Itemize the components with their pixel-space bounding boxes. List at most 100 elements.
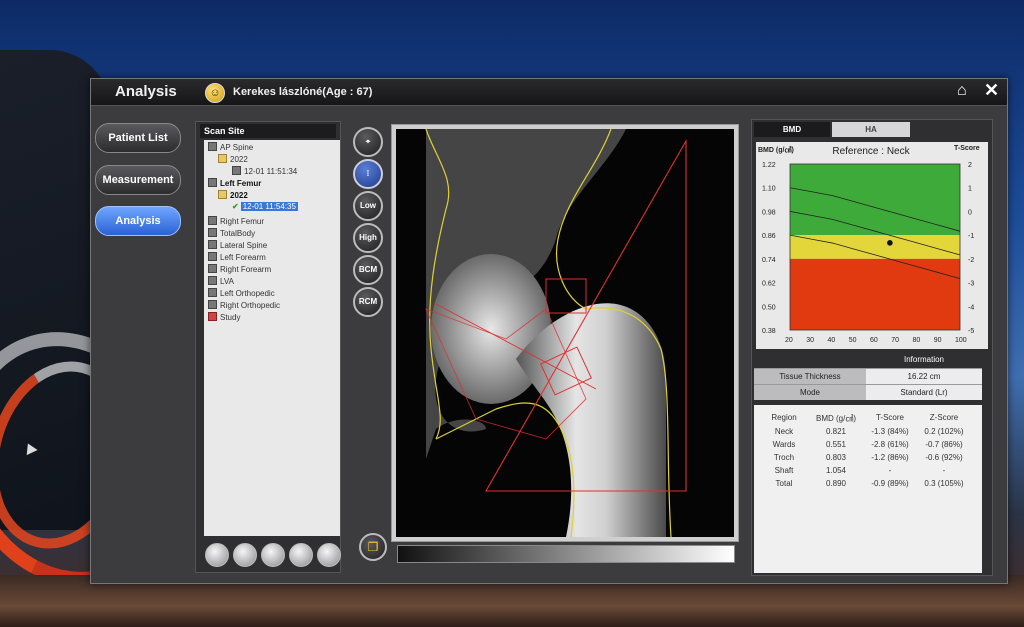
close-icon[interactable]: ✕: [984, 80, 999, 101]
results-cell: -: [942, 466, 946, 475]
tree-item-femur-scan[interactable]: ✔ 12-01 11:54:35: [232, 202, 298, 211]
export-icon[interactable]: [289, 543, 313, 567]
chart-y2-tick: -3: [968, 281, 974, 288]
chart-y2-tick: 2: [968, 162, 972, 169]
patient-name: Kerekes lászlóné(Age : 67): [233, 86, 373, 98]
femur-icon: [208, 178, 217, 187]
chart-y2-tick: 1: [968, 186, 972, 193]
print-icon[interactable]: [317, 543, 341, 567]
chart-y-tick: 0.62: [762, 281, 776, 288]
tree-item-left-femur[interactable]: Left Femur: [208, 178, 261, 188]
chart-x-tick: 100: [955, 337, 967, 344]
chart-y-tick: 1.10: [762, 186, 776, 193]
forearm-icon: [208, 264, 217, 273]
results-cell: 0.3 (105%): [924, 479, 964, 488]
trash-icon[interactable]: [205, 543, 229, 567]
tree-item-left-orthopedic[interactable]: Left Orthopedic: [208, 288, 275, 298]
body-icon: [208, 228, 217, 237]
folder-open-icon[interactable]: [233, 543, 257, 567]
bcm-button[interactable]: BCM: [353, 255, 383, 285]
folder-icon: [218, 154, 227, 163]
results-table: Region BMD (g/㎠) T-Score Z-Score Neck 0.821 -1…: [754, 405, 982, 573]
results-cell: -1.3 (84%): [871, 427, 909, 436]
chart-y2-tick: -5: [968, 328, 974, 335]
spine-tool-icon[interactable]: ⁞: [353, 159, 383, 189]
results-cell: -0.7 (86%): [925, 440, 963, 449]
tree-item-study[interactable]: Study: [208, 312, 240, 322]
forearm-icon: [208, 252, 217, 261]
edit-icon[interactable]: [261, 543, 285, 567]
tree-item-lateral-spine[interactable]: Lateral Spine: [208, 240, 267, 250]
scan-site-tree: AP Spine 2022 12-01 11:51:34 Left Femur …: [204, 140, 340, 536]
chart-y2-tick: -1: [968, 233, 974, 240]
chart-patient-point: [887, 240, 893, 246]
results-header: Region: [771, 413, 797, 422]
low-button[interactable]: Low: [353, 191, 383, 221]
chart-y2-tick: -2: [968, 257, 974, 264]
home-icon[interactable]: ⌂: [957, 82, 967, 100]
results-cell: 0.890: [825, 479, 847, 488]
tree-item-spine-scan[interactable]: 12-01 11:51:34: [232, 166, 297, 176]
orthopedic-icon: [208, 300, 217, 309]
chart-zone-osteoporosis: [790, 258, 960, 330]
tab-bmd[interactable]: BMD: [754, 122, 830, 137]
results-header: T-Score: [875, 413, 904, 422]
nav-analysis-button[interactable]: Analysis: [95, 206, 181, 236]
tree-item-right-orthopedic[interactable]: Right Orthopedic: [208, 300, 280, 310]
rcm-button[interactable]: RCM: [353, 287, 383, 317]
app-title: Analysis: [115, 83, 177, 100]
nav-measurement-button[interactable]: Measurement: [95, 165, 181, 195]
study-icon: [208, 312, 217, 321]
spine-icon: [208, 240, 217, 249]
femur-scan-svg: [425, 129, 687, 537]
results-cell: -1.2 (86%): [871, 453, 909, 462]
copy-icon[interactable]: ❐: [359, 533, 387, 561]
results-cell: 0.803: [825, 453, 847, 462]
chart-svg: 1.22 1.10 0.98 0.86 0.74 0.62 0.50 0.38 2 1 0 -1 -2 -…: [762, 162, 974, 344]
femur-scan-image[interactable]: [396, 129, 734, 537]
chart-y-tick: 1.22: [762, 162, 776, 169]
chart-y2-tick: 0: [968, 209, 972, 216]
tree-item-right-femur[interactable]: Right Femur: [208, 216, 264, 226]
tree-item-2022-femur[interactable]: 2022: [218, 190, 248, 200]
tree-item-lva[interactable]: LVA: [208, 276, 234, 286]
info-value-tissue: 16.22 cm: [866, 368, 982, 384]
results-cell: -: [888, 466, 892, 475]
results-header: BMD (g/㎠): [816, 414, 856, 423]
lva-icon: [208, 276, 217, 285]
spine-icon: [208, 142, 217, 151]
tree-item-ap-spine[interactable]: AP Spine: [208, 142, 253, 152]
tree-item-right-forearm[interactable]: Right Forearm: [208, 264, 271, 274]
chart-y-tick: 0.86: [762, 233, 776, 240]
nav-patient-list-button[interactable]: Patient List: [95, 123, 181, 153]
scan-site-panel: Scan Site AP Spine 2022 12-01 11:51:34 L…: [195, 121, 341, 573]
results-cell: -2.8 (61%): [871, 440, 909, 449]
chart-y-tick: 0.38: [762, 328, 776, 335]
results-panel: BMD HA BMD (g/㎠) Reference : Neck T-Scor…: [751, 119, 993, 576]
info-label-tissue: Tissue Thickness: [754, 368, 866, 384]
grayscale-bar[interactable]: [397, 545, 735, 563]
high-button[interactable]: High: [353, 223, 383, 253]
results-cell: Neck: [774, 427, 794, 436]
results-cell: -0.9 (89%): [871, 479, 909, 488]
crosshair-icon[interactable]: ⌖: [353, 127, 383, 157]
results-cell: Total: [775, 479, 793, 488]
tree-item-2022-spine[interactable]: 2022: [218, 154, 248, 164]
results-cell: 0.2 (102%): [924, 427, 964, 436]
chart-y-tick: 0.74: [762, 257, 776, 264]
chart-x-tick: 70: [891, 337, 899, 344]
results-cell: Wards: [772, 440, 796, 449]
check-icon: ✔: [232, 202, 239, 211]
results-cell: 1.054: [825, 466, 847, 475]
chart-x-tick: 40: [828, 337, 836, 344]
tree-item-totalbody[interactable]: TotalBody: [208, 228, 255, 238]
chart-x-tick: 50: [849, 337, 857, 344]
scan-icon: [232, 166, 241, 175]
tab-ha[interactable]: HA: [832, 122, 910, 137]
scan-site-header: Scan Site: [200, 124, 336, 138]
chart-x-tick: 20: [785, 337, 793, 344]
tree-item-left-forearm[interactable]: Left Forearm: [208, 252, 266, 262]
info-value-mode: Standard (Lr): [866, 384, 982, 400]
title-bar: Analysis ☺ Kerekes lászlóné(Age : 67) ⌂ …: [91, 79, 1007, 106]
chart-x-tick: 90: [934, 337, 942, 344]
